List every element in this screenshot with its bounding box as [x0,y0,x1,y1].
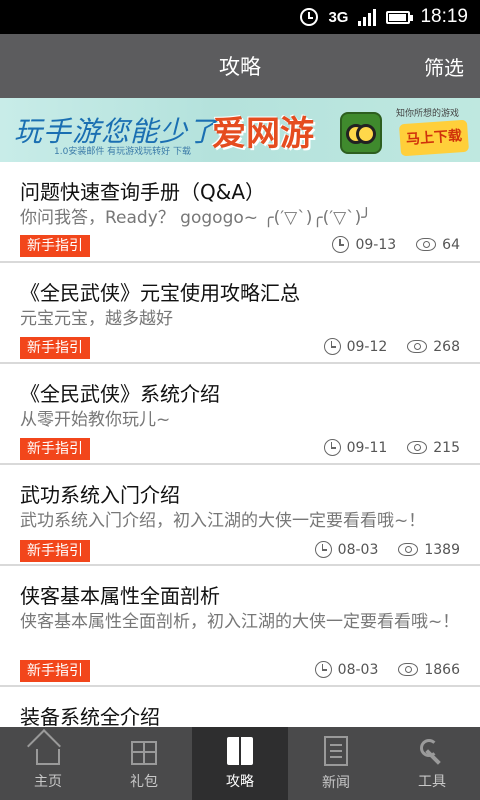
article-title: 《全民武侠》系统介绍 [20,382,220,406]
article-desc: 侠客基本属性全面剖析，初入江湖的大侠一定要看看哦~！ [20,612,460,632]
article-meta: 09-13 64 [332,236,460,253]
clock-icon [323,439,341,456]
list-item[interactable]: 侠客基本属性全面剖析 侠客基本属性全面剖析，初入江湖的大侠一定要看看哦~！ 新手… [0,566,480,687]
nav-label: 主页 [34,773,62,790]
article-date: 09-11 [346,439,388,456]
eye-icon [407,340,428,353]
app-header: 攻略 筛选 [0,34,480,98]
category-tag: 新手指引 [20,235,90,257]
eye-icon [416,238,437,251]
guide-icon [227,736,253,765]
category-tag: 新手指引 [20,438,90,460]
battery-icon [386,10,414,24]
eye-icon [398,663,419,676]
nav-label: 新闻 [322,774,350,791]
view-count: 1389 [424,541,460,558]
news-icon [324,735,348,766]
banner-brand: 爱网游 [212,114,314,154]
page-title: 攻略 [219,55,261,79]
list-item[interactable]: 武功系统入门介绍 武功系统入门介绍，初入江湖的大侠一定要看看哦~！ 新手指引 0… [0,465,480,566]
article-meta: 09-11 215 [323,439,460,456]
list-item[interactable]: 装备系统全介绍 [0,687,480,727]
nav-label: 工具 [418,773,446,790]
article-list[interactable]: 问题快速查询手册（Q&A） 你问我答，Ready？ gogogo~ ╭(′▽`)… [0,162,480,727]
alarm-icon [300,8,319,26]
article-title: 武功系统入门介绍 [20,483,180,507]
list-item[interactable]: 问题快速查询手册（Q&A） 你问我答，Ready？ gogogo~ ╭(′▽`)… [0,162,480,263]
article-date: 09-12 [346,338,388,355]
article-title: 问题快速查询手册（Q&A） [20,180,266,204]
view-count: 215 [433,439,460,456]
network-type: 3G [328,8,349,26]
article-date: 09-13 [355,236,397,253]
article-meta: 09-12 268 [323,338,460,355]
article-desc: 从零开始教你玩儿~ [20,410,171,430]
nav-home[interactable]: 主页 [0,727,96,800]
category-tag: 新手指引 [20,540,90,562]
eye-icon [407,441,428,454]
banner-tagline: 知你所想的游戏 [396,109,460,119]
article-title: 侠客基本属性全面剖析 [20,584,220,608]
clock-time: 18:19 [420,6,468,27]
banner-download-button[interactable]: 马上下载 [398,119,470,157]
tool-icon [418,737,446,765]
home-icon [36,748,60,765]
eye-icon [398,543,419,556]
article-meta: 08-03 1389 [314,541,460,558]
nav-tools[interactable]: 工具 [384,727,480,800]
view-count: 64 [442,236,460,253]
view-count: 268 [433,338,460,355]
signal-icon [358,8,377,26]
article-desc: 武功系统入门介绍，初入江湖的大侠一定要看看哦~！ [20,511,426,531]
nav-gift[interactable]: 礼包 [96,727,192,800]
article-desc: 你问我答，Ready？ gogogo~ ╭(′▽`)╭(′▽`)╯ [20,208,372,228]
list-item[interactable]: 《全民武侠》元宝使用攻略汇总 元宝元宝，越多越好 新手指引 09-12 268 [0,263,480,364]
view-count: 1866 [424,661,460,678]
list-item[interactable]: 《全民武侠》系统介绍 从零开始教你玩儿~ 新手指引 09-11 215 [0,364,480,465]
banner-subtext: 1.0安装邮件 有玩游戏玩转好 下载 [54,147,192,157]
status-bar: 3G 18:19 [0,0,480,34]
category-tag: 新手指引 [20,337,90,359]
category-tag: 新手指引 [20,660,90,682]
filter-button[interactable]: 筛选 [424,52,464,81]
clock-icon [314,541,332,558]
clock-icon [314,661,332,678]
nav-guide[interactable]: 攻略 [192,727,288,800]
gift-icon [131,740,157,765]
ad-banner[interactable]: 玩手游您能少了 1.0安装邮件 有玩游戏玩转好 下载 爱网游 知你所想的游戏 马… [0,98,480,162]
nav-news[interactable]: 新闻 [288,727,384,800]
clock-icon [323,338,341,355]
bottom-nav: 主页 礼包 攻略 新闻 工具 [0,727,480,800]
article-title: 《全民武侠》元宝使用攻略汇总 [20,281,300,305]
article-desc: 元宝元宝，越多越好 [20,309,173,329]
owl-logo-icon [340,112,382,154]
article-meta: 08-03 1866 [314,661,460,678]
article-date: 08-03 [337,661,379,678]
article-date: 08-03 [337,541,379,558]
nav-label: 礼包 [130,773,158,790]
nav-label: 攻略 [226,773,254,790]
article-title: 装备系统全介绍 [20,705,160,727]
clock-icon [332,236,350,253]
